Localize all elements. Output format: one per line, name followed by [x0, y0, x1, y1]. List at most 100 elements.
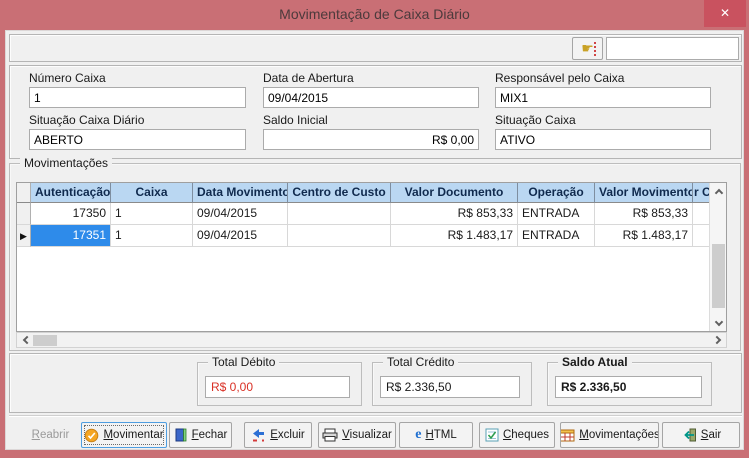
chevron-up-icon	[714, 188, 722, 196]
numero-caixa-input[interactable]	[29, 87, 246, 108]
saldo-inicial-label: Saldo Inicial	[263, 113, 479, 127]
cell-caixa[interactable]: 1	[111, 203, 193, 225]
chevron-right-icon	[712, 336, 720, 344]
col-operacao[interactable]: Operação	[518, 183, 595, 203]
excluir-button[interactable]: Excluir	[244, 422, 312, 448]
locate-record-button[interactable]: ☛	[572, 37, 603, 60]
situacao-diario-label: Situação Caixa Diário	[29, 113, 246, 127]
visualizar-label: Visualizar	[342, 429, 392, 441]
grid-header-row: Autenticação Caixa Data Movimento Centro…	[17, 183, 711, 203]
field-situacao-diario: Situação Caixa Diário	[29, 113, 246, 150]
movimentar-button[interactable]: Movimentar	[81, 422, 167, 448]
responsavel-label: Responsável pelo Caixa	[495, 71, 711, 85]
movimentacoes-group: Movimentações Autenticação Caixa Data Mo…	[9, 163, 741, 351]
table-row-selected[interactable]: ▶ 17351 1 09/04/2015 R$ 1.483,17 ENTRADA…	[17, 225, 711, 247]
responsavel-input[interactable]	[495, 87, 711, 108]
total-debito-group: Total Débito R$ 0,00	[197, 362, 362, 406]
movimentacoes-label: Movimentações	[579, 429, 659, 441]
cell-valor-documento[interactable]: R$ 853,33	[391, 203, 518, 225]
total-debito-label: Total Débito	[208, 355, 279, 369]
total-credito-value: R$ 2.336,50	[380, 376, 520, 398]
row-indicator-current: ▶	[17, 225, 31, 247]
current-row-arrow-icon: ▶	[20, 231, 27, 241]
close-button[interactable]: ✕	[704, 0, 746, 27]
client-area: ☛ Número Caixa Data de Abertura Responsá…	[5, 30, 744, 450]
cell-caixa[interactable]: 1	[111, 225, 193, 247]
horizontal-scroll-thumb[interactable]	[33, 335, 57, 346]
totals-panel: Total Débito R$ 0,00 Total Crédito R$ 2.…	[9, 353, 742, 413]
total-credito-group: Total Crédito R$ 2.336,50	[372, 362, 532, 406]
field-situacao-caixa: Situação Caixa	[495, 113, 711, 150]
internet-e-icon: e	[415, 427, 421, 443]
pointing-hand-icon: ☛	[581, 40, 594, 56]
scroll-down-button[interactable]	[710, 314, 727, 329]
col-autenticacao[interactable]: Autenticação	[31, 183, 111, 203]
cheques-label: Cheques	[503, 429, 549, 441]
col-centro-custo[interactable]: Centro de Custo	[288, 183, 391, 203]
scroll-up-button[interactable]	[710, 185, 727, 200]
saldo-inicial-input[interactable]	[263, 129, 479, 150]
cell-valor-documento[interactable]: R$ 1.483,17	[391, 225, 518, 247]
movimentar-label: Movimentar	[103, 429, 163, 441]
html-label: HTML	[425, 429, 456, 441]
blue-door-icon	[174, 428, 188, 442]
cell-data-movimento[interactable]: 09/04/2015	[193, 203, 288, 225]
excluir-label: Excluir	[270, 429, 305, 441]
app-window: Movimentação de Caixa Diário ✕ ☛ Número …	[0, 0, 749, 458]
table-grid-icon	[560, 429, 575, 442]
vertical-scroll-thumb[interactable]	[712, 244, 725, 308]
movimentacoes-grid: Autenticação Caixa Data Movimento Centro…	[16, 182, 727, 332]
cell-autenticacao-selected[interactable]: 17351	[31, 225, 111, 247]
movimentacoes-group-label: Movimentações	[20, 156, 112, 170]
chevron-down-icon	[714, 317, 722, 325]
col-valor-documento[interactable]: Valor Documento	[391, 183, 518, 203]
saldo-atual-value: R$ 2.336,50	[555, 376, 702, 398]
saldo-atual-label: Saldo Atual	[558, 355, 632, 369]
field-numero-caixa: Número Caixa	[29, 71, 246, 108]
cell-centro-custo[interactable]	[288, 225, 391, 247]
cell-operacao[interactable]: ENTRADA	[518, 203, 595, 225]
exit-door-icon	[681, 428, 697, 442]
scroll-right-button[interactable]	[709, 333, 724, 347]
reabrir-label: Reabrir	[32, 429, 70, 441]
fechar-button[interactable]: Fechar	[169, 422, 232, 448]
grid-corner-cell	[17, 183, 31, 203]
window-title: Movimentação de Caixa Diário	[0, 6, 749, 22]
printer-icon	[322, 428, 338, 442]
col-caixa[interactable]: Caixa	[111, 183, 193, 203]
cash-header-form: Número Caixa Data de Abertura Responsáve…	[9, 65, 742, 159]
visualizar-button[interactable]: Visualizar	[318, 422, 396, 448]
cell-data-movimento[interactable]: 09/04/2015	[193, 225, 288, 247]
cell-centro-custo[interactable]	[288, 203, 391, 225]
button-bar: Reabrir Movimentar Fechar Excluir	[9, 415, 742, 448]
data-abertura-label: Data de Abertura	[263, 71, 479, 85]
situacao-caixa-label: Situação Caixa	[495, 113, 711, 127]
situacao-caixa-input[interactable]	[495, 129, 711, 150]
total-credito-label: Total Crédito	[383, 355, 458, 369]
cell-autenticacao[interactable]: 17350	[31, 203, 111, 225]
cell-operacao[interactable]: ENTRADA	[518, 225, 595, 247]
grid-horizontal-scrollbar[interactable]	[16, 332, 727, 348]
search-input[interactable]	[606, 37, 739, 60]
col-valor-movimento[interactable]: Valor Movimento	[595, 183, 693, 203]
movimentacoes-button[interactable]: Movimentações	[560, 422, 659, 448]
saldo-atual-group: Saldo Atual R$ 2.336,50	[547, 362, 712, 406]
table-row[interactable]: 17350 1 09/04/2015 R$ 853,33 ENTRADA R$ …	[17, 203, 711, 225]
total-debito-value: R$ 0,00	[205, 376, 350, 398]
numero-caixa-label: Número Caixa	[29, 71, 246, 85]
scroll-left-button[interactable]	[19, 333, 34, 347]
col-data-movimento[interactable]: Data Movimento	[193, 183, 288, 203]
chevron-left-icon	[22, 336, 30, 344]
data-abertura-input[interactable]	[263, 87, 479, 108]
toolbar: ☛	[9, 34, 742, 62]
grid-vertical-scrollbar[interactable]	[709, 183, 726, 331]
cheques-button[interactable]: Cheques	[479, 422, 555, 448]
fechar-label: Fechar	[192, 429, 228, 441]
sair-label: Sair	[701, 429, 721, 441]
coin-check-icon	[84, 428, 99, 443]
situacao-diario-input[interactable]	[29, 129, 246, 150]
html-button[interactable]: e HTML	[399, 422, 473, 448]
cell-valor-movimento[interactable]: R$ 1.483,17	[595, 225, 693, 247]
sair-button[interactable]: Sair	[662, 422, 740, 448]
cell-valor-movimento[interactable]: R$ 853,33	[595, 203, 693, 225]
